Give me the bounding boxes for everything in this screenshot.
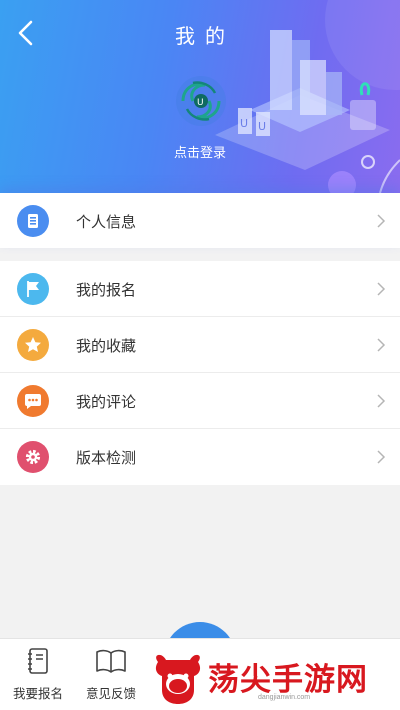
tab-feedback[interactable]: 意见反馈 xyxy=(76,647,146,702)
avatar[interactable]: U xyxy=(175,75,227,127)
menu-item-label: 个人信息 xyxy=(76,214,137,231)
login-link[interactable]: 点击登录 xyxy=(0,142,400,161)
watermark: 荡尖手游网 dangjianwin.com xyxy=(146,650,400,710)
chevron-right-icon xyxy=(377,338,386,352)
menu-item-favorites[interactable]: 我的收藏 xyxy=(0,317,400,373)
chevron-right-icon xyxy=(377,450,386,464)
tab-label: 意见反馈 xyxy=(85,687,136,701)
flag-icon xyxy=(17,273,49,305)
chevron-right-icon xyxy=(377,394,386,408)
open-book-icon xyxy=(96,649,126,673)
menu-item-label: 版本检测 xyxy=(76,450,137,467)
notebook-icon xyxy=(28,648,48,674)
menu-item-label: 我的收藏 xyxy=(76,338,137,355)
gear-icon xyxy=(17,441,49,473)
profile-header: U U 我的 U 点击登录 xyxy=(0,0,400,193)
star-icon xyxy=(17,329,49,361)
menu-item-registrations[interactable]: 我的报名 xyxy=(0,261,400,317)
profile-section: 个人信息 xyxy=(0,193,400,248)
svg-text:U: U xyxy=(197,98,204,108)
menu-item-label: 我的报名 xyxy=(76,282,137,299)
menu-item-comments[interactable]: 我的评论 xyxy=(0,373,400,429)
tab-label: 我要报名 xyxy=(12,687,63,701)
chat-bubble-icon xyxy=(17,385,49,417)
bull-logo-icon xyxy=(155,654,201,704)
page-title: 我的 xyxy=(175,26,235,48)
svg-text:U: U xyxy=(258,120,266,133)
document-icon xyxy=(17,205,49,237)
chevron-right-icon xyxy=(377,214,386,228)
menu-item-label: 我的评论 xyxy=(76,394,137,411)
watermark-subtext: dangjianwin.com xyxy=(258,694,311,701)
chevron-right-icon xyxy=(377,282,386,296)
menu-list: 我的报名 我的收藏 我的评论 版本检测 xyxy=(0,261,400,485)
watermark-text: 荡尖手游网 xyxy=(208,662,368,698)
menu-item-profile[interactable]: 个人信息 xyxy=(0,193,400,249)
tab-register[interactable]: 我要报名 xyxy=(3,647,73,702)
svg-text:U: U xyxy=(240,117,248,130)
menu-item-version-check[interactable]: 版本检测 xyxy=(0,429,400,485)
logo-avatar-icon: U xyxy=(176,76,226,126)
